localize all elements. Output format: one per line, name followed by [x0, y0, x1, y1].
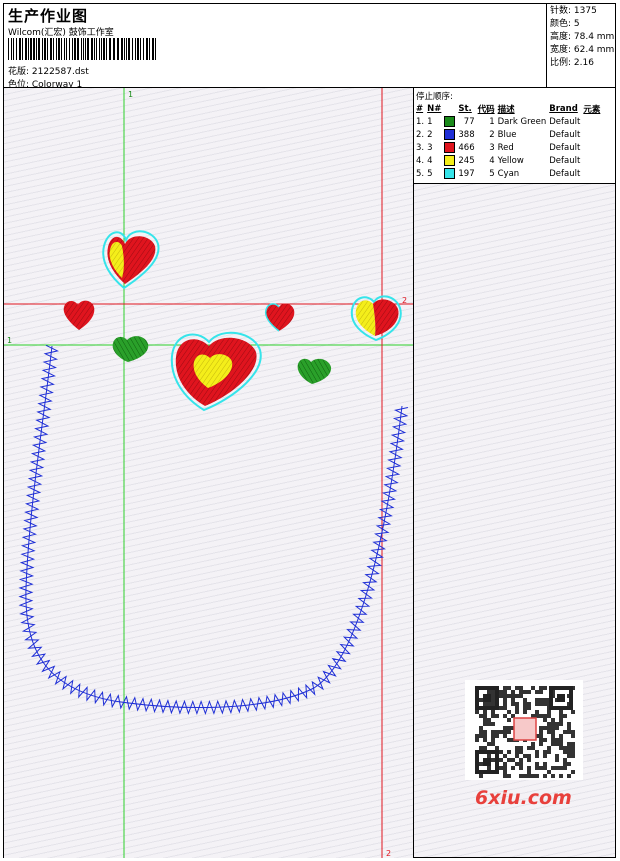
stat-scale: 比例: 2.16 — [550, 58, 594, 68]
row-stitches: 197 — [458, 168, 475, 179]
row-description: Red — [497, 142, 514, 153]
col-swatch — [444, 102, 458, 115]
row-stitches: 466 — [458, 142, 475, 153]
stat-stitches: 针数: 1375 — [550, 6, 597, 16]
heart-green-right — [297, 358, 332, 384]
col-stitches: St. — [458, 103, 472, 114]
heart-top-left — [102, 230, 160, 290]
header-panel: 生产作业图 Wilcom(汇宏) 鼓饰工作室 花版: 2122587.dst 色… — [4, 4, 547, 90]
design-stats: 针数: 1375 颜色: 5 高度: 78.4 mm 宽度: 62.4 mm 比… — [547, 4, 615, 88]
row-needle: 2 — [427, 129, 433, 140]
color-swatch — [444, 129, 456, 140]
row-description: Blue — [497, 129, 517, 140]
row-element — [583, 128, 603, 141]
sheet-title: 生产作业图 — [8, 7, 89, 25]
row-swatch — [444, 141, 458, 154]
row-index: 1. — [416, 116, 425, 127]
row-element — [583, 167, 603, 180]
watermark-logo: 6xiu.com — [475, 787, 572, 809]
stop-sequence-header-row: # N# St. 代码 描述 Brand 元素 — [416, 102, 603, 115]
stat-colors: 颜色: 5 — [550, 19, 580, 29]
row-index: 2. — [416, 129, 425, 140]
row-index: 4. — [416, 155, 425, 166]
stop-sequence-row: 5. 5 197 5 Cyan Default — [416, 167, 603, 180]
row-index: 3. — [416, 142, 425, 153]
row-code: 5 — [489, 168, 495, 179]
color-swatch — [444, 142, 456, 153]
col-brand: Brand — [549, 103, 578, 114]
row-brand: Default — [549, 116, 581, 127]
guide-label-red-right: 2 — [402, 296, 407, 305]
row-brand: Default — [549, 142, 581, 153]
heart-large-center — [170, 331, 262, 412]
row-brand: Default — [549, 155, 581, 166]
row-description: Cyan — [497, 168, 520, 179]
row-description: Dark Green — [497, 116, 547, 127]
guide-label-red-bottom: 2 — [386, 849, 391, 858]
qr-code — [465, 680, 583, 780]
col-code: 代码 — [477, 104, 495, 115]
stop-sequence-row: 4. 4 245 4 Yellow Default — [416, 154, 603, 167]
col-description: 描述 — [497, 104, 515, 115]
row-element — [583, 154, 603, 167]
row-code: 3 — [489, 142, 495, 153]
stat-height: 高度: 78.4 mm — [550, 32, 615, 42]
row-stitches: 245 — [458, 155, 475, 166]
row-element — [583, 141, 603, 154]
heart-small-red-left — [63, 300, 95, 330]
company-name: Wilcom(汇宏) 鼓饰工作室 — [8, 28, 114, 38]
color-swatch — [444, 155, 456, 166]
row-needle: 5 — [427, 168, 433, 179]
stop-sequence-row: 1. 1 77 1 Dark Green Default — [416, 115, 603, 128]
row-needle: 3 — [427, 142, 433, 153]
row-code: 4 — [489, 155, 495, 166]
row-stitches: 388 — [458, 129, 475, 140]
row-needle: 1 — [427, 116, 433, 127]
col-index: # — [416, 103, 424, 114]
guide-label-green-top: 1 — [128, 90, 133, 99]
col-element: 元素 — [583, 104, 601, 115]
color-swatch — [444, 168, 456, 179]
row-swatch — [444, 154, 458, 167]
qr-logo-stamp — [513, 717, 537, 741]
design-name: 花版: 2122587.dst — [8, 67, 89, 77]
row-brand: Default — [549, 168, 581, 179]
stop-sequence-row: 2. 2 388 2 Blue Default — [416, 128, 603, 141]
stat-width: 宽度: 62.4 mm — [550, 45, 615, 55]
heart-small-red-right — [264, 303, 295, 332]
row-swatch — [444, 115, 458, 128]
stop-sequence-table: # N# St. 代码 描述 Brand 元素 1. 1 77 1 Dark Green… — [416, 102, 603, 180]
stop-sequence-heading: 停止顺序: — [416, 92, 453, 102]
stop-sequence-panel: 停止顺序: # N# St. 代码 描述 Brand 元素 1. 1 77 1 Dark… — [414, 88, 615, 184]
barcode — [8, 38, 158, 60]
row-stitches: 77 — [463, 116, 475, 127]
heart-green-left — [112, 336, 149, 362]
row-code: 1 — [489, 116, 495, 127]
row-swatch — [444, 128, 458, 141]
row-needle: 4 — [427, 155, 433, 166]
row-code: 2 — [489, 129, 495, 140]
embroidery-preview: 1 1 2 2 — [4, 88, 413, 858]
color-swatch — [444, 116, 456, 127]
row-element — [583, 115, 603, 128]
heart-right — [350, 295, 402, 342]
row-brand: Default — [549, 129, 581, 140]
row-description: Yellow — [497, 155, 524, 166]
row-swatch — [444, 167, 458, 180]
stop-sequence-row: 3. 3 466 3 Red Default — [416, 141, 603, 154]
guide-label-green-left: 1 — [7, 336, 12, 345]
row-index: 5. — [416, 168, 425, 179]
col-needle: N# — [427, 103, 442, 114]
design-preview-canvas: 1 1 2 2 — [4, 88, 414, 858]
